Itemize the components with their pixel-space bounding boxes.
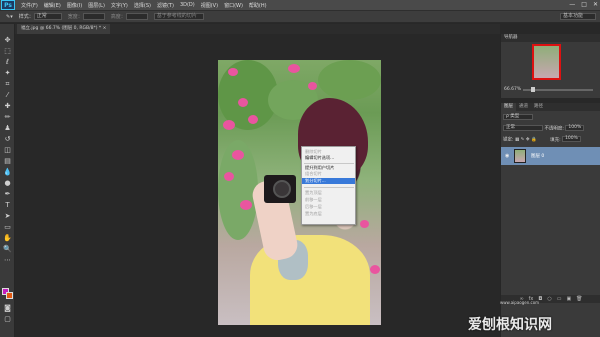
shape-tool-icon[interactable]: ▭ — [3, 223, 12, 232]
menu-item-bring-forward[interactable]: 前移一层 — [302, 197, 355, 203]
menu-filter[interactable]: 滤镜(T) — [157, 2, 174, 9]
context-menu: 删除切片 编辑切片选项... 提升到用户切片 组合切片 划分切片... 置为顶层… — [301, 146, 356, 225]
menu-image[interactable]: 图像(I) — [67, 2, 82, 9]
screen-mode-icon[interactable]: ▢ — [3, 315, 12, 324]
layer-row[interactable]: ◉ 图层 0 — [501, 147, 600, 165]
watermark-text: 爱刨根知识网 — [468, 317, 552, 333]
window-controls: — □ ✕ — [569, 1, 598, 8]
menu-help[interactable]: 帮助(H) — [249, 2, 267, 9]
menu-edit[interactable]: 编辑(E) — [44, 2, 61, 9]
healing-tool-icon[interactable]: ✚ — [3, 102, 12, 111]
tab-layers[interactable]: 图层 — [501, 103, 516, 111]
menu-select[interactable]: 选择(S) — [134, 2, 151, 9]
navigator-zoom[interactable]: 66.67% — [504, 87, 521, 92]
menu-item-combine-slices[interactable]: 组合切片 — [302, 171, 355, 177]
width-field[interactable] — [82, 13, 105, 20]
pen-tool-icon[interactable]: ✒ — [3, 190, 12, 199]
dodge-tool-icon[interactable]: ● — [3, 179, 12, 188]
magic-wand-tool-icon[interactable]: ✦ — [3, 69, 12, 78]
adjustment-layer-icon[interactable]: ○ — [547, 295, 551, 303]
eraser-tool-icon[interactable]: ◫ — [3, 146, 12, 155]
menu-type[interactable]: 文字(Y) — [111, 2, 128, 9]
gradient-tool-icon[interactable]: ▤ — [3, 157, 12, 166]
lasso-tool-icon[interactable]: ℓ — [3, 58, 12, 67]
menu-layer[interactable]: 图层(L) — [88, 2, 105, 9]
brush-tool-icon[interactable]: ✏ — [3, 113, 12, 122]
delete-layer-icon[interactable]: 🗑 — [576, 295, 582, 303]
height-label: 高度： — [110, 14, 126, 20]
crop-tool-icon[interactable]: ⌗ — [3, 80, 12, 89]
layer-thumbnail — [514, 149, 526, 163]
menu-item-send-to-back[interactable]: 置为底层 — [302, 211, 355, 217]
menu-file[interactable]: 文件(F) — [21, 2, 38, 9]
new-layer-icon[interactable]: ▣ — [566, 295, 571, 303]
watermark-url: www.aipaogen.com — [500, 300, 540, 305]
navigator-panel: 导航器 66.67% — [500, 34, 600, 98]
style-label: 样式： — [18, 14, 34, 20]
opacity-field[interactable]: 100% — [565, 125, 585, 131]
menu-separator — [304, 187, 354, 188]
menu-view[interactable]: 视图(V) — [201, 2, 218, 9]
style-select[interactable]: 正常 — [33, 13, 62, 20]
path-selection-tool-icon[interactable]: ➤ — [3, 212, 12, 221]
zoom-slider-handle[interactable] — [531, 87, 535, 92]
background-color-swatch[interactable] — [6, 292, 13, 299]
marquee-tool-icon[interactable]: ⬚ — [3, 47, 12, 56]
lock-icons[interactable]: ▦ ✎ ✥ 🔒 — [515, 138, 537, 143]
eyedropper-tool-icon[interactable]: ⁄ — [3, 91, 12, 100]
menu-3d[interactable]: 3D(D) — [180, 2, 195, 8]
navigator-thumbnail[interactable] — [532, 44, 561, 80]
workspace-select[interactable]: 基本功能 — [560, 13, 596, 20]
slice-tool-icon[interactable]: ✎▾ — [6, 14, 13, 20]
blend-mode-select[interactable]: 正常 — [503, 125, 543, 131]
maximize-button[interactable]: □ — [581, 1, 587, 8]
fill-label: 填充: — [550, 137, 561, 143]
document-tab-title: 福立.jpg @ 66.7% (图层 0, RGB/8*) * — [21, 26, 102, 31]
navigator-title: 导航器 — [501, 34, 600, 42]
slice-from-guides-button[interactable]: 基于参考线的切片 — [153, 13, 204, 20]
tools-panel: ✥ ⬚ ℓ ✦ ⌗ ⁄ ✚ ✏ ♟ ↺ ◫ ▤ 💧 ● ✒ T ➤ ▭ ✋ 🔍 … — [0, 24, 15, 337]
opacity-label: 不透明度: — [544, 126, 564, 132]
close-button[interactable]: ✕ — [593, 1, 598, 8]
height-field[interactable] — [125, 13, 148, 20]
canvas-area[interactable]: 删除切片 编辑切片选项... 提升到用户切片 组合切片 划分切片... 置为顶层… — [15, 34, 500, 337]
new-group-icon[interactable]: ▭ — [557, 295, 562, 303]
layer-name[interactable]: 图层 0 — [531, 153, 544, 159]
visibility-eye-icon[interactable]: ◉ — [505, 153, 509, 159]
fill-field[interactable]: 100% — [562, 136, 581, 142]
blur-tool-icon[interactable]: 💧 — [3, 168, 12, 177]
menu-item-edit-slice-options[interactable]: 编辑切片选项... — [302, 155, 355, 161]
menu-item-divide-slice[interactable]: 划分切片... — [302, 178, 355, 184]
document-photo[interactable] — [218, 60, 381, 325]
document-tab-bar: 福立.jpg @ 66.7% (图层 0, RGB/8*) * × — [15, 24, 500, 34]
layers-panel-tabs: 图层 通道 路径 — [501, 103, 600, 111]
tab-close-icon[interactable]: × — [103, 26, 107, 31]
menu-item-bring-to-front[interactable]: 置为顶层 — [302, 190, 355, 196]
layer-filter-kind[interactable]: ρ 类型 — [503, 114, 533, 120]
photoshop-logo-icon: Ps — [1, 0, 15, 10]
width-label: 宽度： — [67, 14, 83, 20]
document-tab[interactable]: 福立.jpg @ 66.7% (图层 0, RGB/8*) * × — [17, 24, 111, 34]
options-bar: ✎▾ 样式： 正常 宽度： 高度： 基于参考线的切片 基本功能 — [0, 11, 600, 23]
menu-window[interactable]: 窗口(W) — [224, 2, 243, 9]
menu-separator — [304, 163, 354, 164]
menu-bar: Ps 文件(F) 编辑(E) 图像(I) 图层(L) 文字(Y) 选择(S) 滤… — [0, 0, 600, 11]
stamp-tool-icon[interactable]: ♟ — [3, 124, 12, 133]
zoom-tool-icon[interactable]: 🔍 — [3, 245, 12, 254]
tab-channels[interactable]: 通道 — [516, 103, 531, 111]
menu-item-send-backward[interactable]: 后移一层 — [302, 204, 355, 210]
quick-mask-icon[interactable]: ◙ — [3, 304, 12, 313]
move-tool-icon[interactable]: ✥ — [3, 36, 12, 45]
minimize-button[interactable]: — — [569, 1, 575, 8]
hand-tool-icon[interactable]: ✋ — [3, 234, 12, 243]
lock-label: 锁定: — [503, 137, 514, 143]
more-tools-icon[interactable]: ⋯ — [3, 256, 12, 265]
tab-paths[interactable]: 路径 — [531, 103, 546, 111]
history-brush-tool-icon[interactable]: ↺ — [3, 135, 12, 144]
type-tool-icon[interactable]: T — [3, 201, 12, 210]
